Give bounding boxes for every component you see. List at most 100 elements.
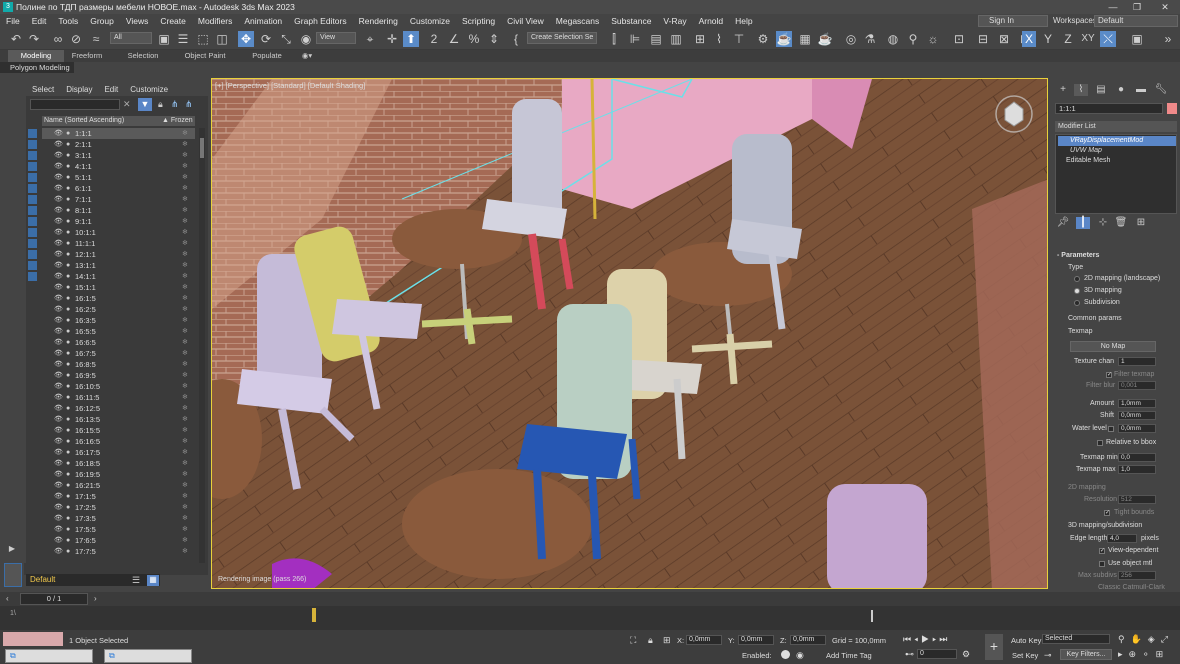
spinner-snap-icon[interactable]: ⇕ bbox=[486, 31, 502, 47]
freeze-icon[interactable]: ❄ bbox=[182, 425, 188, 436]
explorer-menu-customize[interactable]: Customize bbox=[124, 84, 174, 96]
auto-key-button[interactable]: Auto Key bbox=[1011, 636, 1041, 645]
viewport-label[interactable]: [+] [Perspective] [Standard] [Default Sh… bbox=[215, 81, 365, 90]
vray-icon-5[interactable]: ☼ bbox=[925, 31, 941, 47]
object-name-field[interactable]: 1:1:1 bbox=[1055, 103, 1163, 114]
timeline-key[interactable] bbox=[312, 608, 316, 622]
filter-blur-spinner[interactable]: 0,001 bbox=[1118, 381, 1156, 390]
panel-toggle-icon[interactable]: ▣ bbox=[1129, 31, 1145, 47]
absolute-mode-icon[interactable]: ⊞ bbox=[663, 635, 671, 646]
set-key-button[interactable]: Set Key bbox=[1012, 651, 1038, 660]
explorer-scrollbar[interactable] bbox=[199, 128, 205, 563]
table-row[interactable]: 👁︎ ● 16:3:5 ❄ bbox=[42, 315, 195, 326]
add-time-tag[interactable]: Add Time Tag bbox=[826, 651, 872, 660]
manipulate-icon[interactable]: ✛ bbox=[384, 31, 400, 47]
renderable-icon[interactable]: ● bbox=[66, 271, 70, 282]
freeze-icon[interactable]: ❄ bbox=[182, 381, 188, 392]
renderable-icon[interactable]: ● bbox=[66, 414, 70, 425]
create-tab-icon[interactable]: + bbox=[1056, 84, 1070, 96]
vray-icon-1[interactable]: ◎ bbox=[843, 31, 859, 47]
freeze-icon[interactable]: ❄ bbox=[182, 480, 188, 491]
freeze-icon[interactable]: ❄ bbox=[182, 260, 188, 271]
visibility-eye-icon[interactable]: 👁︎ bbox=[54, 436, 63, 447]
edge-length-spinner[interactable]: 4,0 bbox=[1107, 534, 1137, 543]
renderable-icon[interactable]: ● bbox=[66, 513, 70, 524]
radio-2d-mapping[interactable] bbox=[1074, 276, 1080, 282]
table-row[interactable]: 👁︎ ● 4:1:1 ❄ bbox=[42, 161, 195, 172]
explorer-tool-icon[interactable] bbox=[28, 250, 37, 259]
rect-selection-icon[interactable]: ⬚ bbox=[195, 31, 211, 47]
visibility-eye-icon[interactable]: 👁︎ bbox=[54, 458, 63, 469]
stack-item-vraydisplacement[interactable]: VRayDisplacementMod bbox=[1058, 136, 1176, 146]
freeze-icon[interactable]: ❄ bbox=[182, 249, 188, 260]
tab-populate[interactable]: Populate bbox=[244, 50, 290, 62]
tab-modeling[interactable]: Modeling bbox=[8, 50, 64, 62]
renderable-icon[interactable]: ● bbox=[66, 293, 70, 304]
axis-y-button[interactable]: Y bbox=[1041, 31, 1055, 47]
layer-toggle-icon[interactable] bbox=[4, 563, 22, 587]
explorer-tool-icon[interactable] bbox=[28, 195, 37, 204]
explorer-tool-icon[interactable] bbox=[28, 206, 37, 215]
visibility-eye-icon[interactable]: 👁︎ bbox=[54, 150, 63, 161]
scene-explorer-icon[interactable]: ▤ bbox=[648, 31, 664, 47]
z-coord-field[interactable]: 0,0mm bbox=[790, 635, 826, 645]
visibility-eye-icon[interactable]: 👁︎ bbox=[54, 238, 63, 249]
table-row[interactable]: 👁︎ ● 17:2:5 ❄ bbox=[42, 502, 195, 513]
minimize-button[interactable]: — bbox=[1100, 0, 1126, 14]
freeze-icon[interactable]: ❄ bbox=[182, 370, 188, 381]
redo-icon[interactable]: ↷ bbox=[26, 31, 42, 47]
visibility-eye-icon[interactable]: 👁︎ bbox=[54, 194, 63, 205]
menu-megascans[interactable]: Megascans bbox=[550, 14, 605, 28]
visibility-eye-icon[interactable]: 👁︎ bbox=[54, 502, 63, 513]
motion-tab-icon[interactable]: ● bbox=[1114, 84, 1128, 96]
table-row[interactable]: 👁︎ ● 17:6:5 ❄ bbox=[42, 535, 195, 546]
modify-tab-icon[interactable]: ⌇ bbox=[1074, 84, 1088, 96]
freeze-icon[interactable]: ❄ bbox=[182, 403, 188, 414]
hierarchy-tab-icon[interactable]: ▤ bbox=[1094, 84, 1108, 96]
tab-selection[interactable]: Selection bbox=[120, 50, 166, 62]
visibility-eye-icon[interactable]: 👁︎ bbox=[54, 326, 63, 337]
freeze-icon[interactable]: ❄ bbox=[182, 414, 188, 425]
utilities-tab-icon[interactable]: 🔧︎ bbox=[1154, 84, 1168, 96]
tight-bounds-checkbox[interactable]: ✓ bbox=[1104, 510, 1110, 516]
key-mode-icon[interactable]: ⊷ bbox=[905, 649, 914, 660]
table-row[interactable]: 👁︎ ● 16:10:5 ❄ bbox=[42, 381, 195, 392]
menu-file[interactable]: File bbox=[0, 14, 26, 28]
col-frozen-header[interactable]: ▲ Frozen bbox=[162, 116, 193, 126]
renderable-icon[interactable]: ● bbox=[66, 249, 70, 260]
object-color-swatch[interactable] bbox=[1167, 103, 1177, 114]
renderable-icon[interactable]: ● bbox=[66, 480, 70, 491]
renderable-icon[interactable]: ● bbox=[66, 381, 70, 392]
freeze-icon[interactable]: ❄ bbox=[182, 238, 188, 249]
layer-manager-icon[interactable]: ▦ bbox=[147, 575, 159, 586]
pivot-center-icon[interactable]: ⌖ bbox=[362, 31, 378, 47]
visibility-eye-icon[interactable]: 👁︎ bbox=[54, 480, 63, 491]
table-row[interactable]: 👁︎ ● 16:11:5 ❄ bbox=[42, 392, 195, 403]
hierarchy-icon[interactable]: ⋔ bbox=[171, 99, 179, 110]
renderable-icon[interactable]: ● bbox=[66, 535, 70, 546]
table-row[interactable]: 👁︎ ● 16:8:5 ❄ bbox=[42, 359, 195, 370]
freeze-icon[interactable]: ❄ bbox=[182, 524, 188, 535]
renderable-icon[interactable]: ● bbox=[66, 337, 70, 348]
visibility-eye-icon[interactable]: 👁︎ bbox=[54, 469, 63, 480]
visibility-eye-icon[interactable]: 👁︎ bbox=[54, 337, 63, 348]
explorer-tool-icon[interactable] bbox=[28, 140, 37, 149]
remove-modifier-icon[interactable]: 🗑︎ bbox=[1114, 217, 1128, 229]
renderable-icon[interactable]: ● bbox=[66, 392, 70, 403]
freeze-icon[interactable]: ❄ bbox=[182, 491, 188, 502]
stack-item-uvwmap[interactable]: UVW Map bbox=[1058, 146, 1176, 156]
freeze-icon[interactable]: ❄ bbox=[182, 337, 188, 348]
menu-rendering[interactable]: Rendering bbox=[353, 14, 404, 28]
visibility-eye-icon[interactable]: 👁︎ bbox=[54, 227, 63, 238]
visibility-eye-icon[interactable]: 👁︎ bbox=[54, 183, 63, 194]
menu-civil-view[interactable]: Civil View bbox=[501, 14, 550, 28]
make-unique-icon[interactable]: ⊹ bbox=[1096, 217, 1110, 229]
table-row[interactable]: 👁︎ ● 2:1:1 ❄ bbox=[42, 139, 195, 150]
table-row[interactable]: 👁︎ ● 13:1:1 ❄ bbox=[42, 260, 195, 271]
radio-3d-mapping[interactable] bbox=[1074, 288, 1080, 294]
x-coord-field[interactable]: 0,0mm bbox=[686, 635, 722, 645]
next-frame-icon[interactable]: › bbox=[94, 594, 97, 603]
explorer-tool-icon[interactable] bbox=[28, 173, 37, 182]
explorer-tool-icon[interactable] bbox=[28, 228, 37, 237]
tab-freeform[interactable]: Freeform bbox=[64, 50, 110, 62]
